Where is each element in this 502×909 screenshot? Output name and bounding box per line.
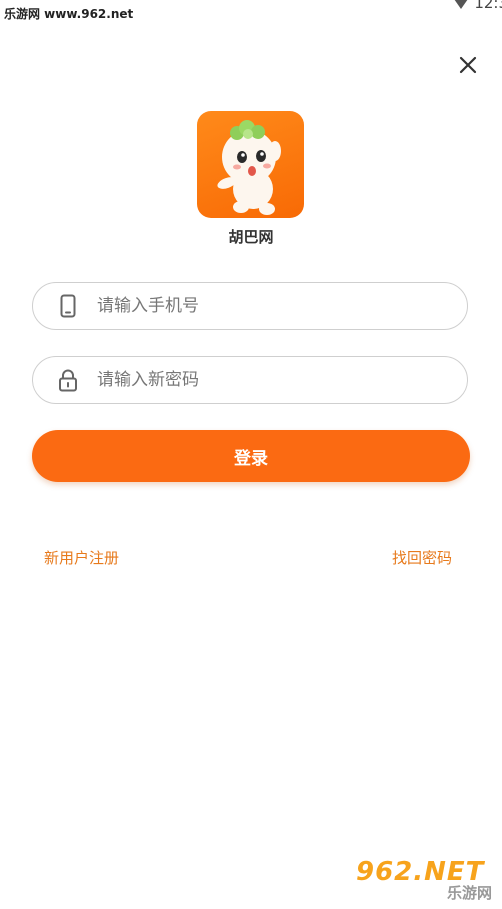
- password-field[interactable]: [32, 356, 468, 404]
- login-button[interactable]: 登录: [32, 430, 470, 482]
- mascot-icon: [217, 120, 281, 215]
- phone-field[interactable]: [32, 282, 468, 330]
- phone-input[interactable]: [95, 295, 429, 317]
- lock-icon: [57, 367, 79, 393]
- phone-icon: [57, 293, 79, 319]
- wifi-icon: [454, 0, 469, 9]
- close-icon: [459, 56, 477, 74]
- forgot-password-link[interactable]: 找回密码: [392, 547, 452, 568]
- status-bar: 乐游网 www.962.net 12:3: [0, 0, 502, 26]
- app-logo: [197, 111, 304, 218]
- watermark-top: 乐游网 www.962.net: [4, 7, 134, 21]
- status-right: 12:3: [454, 0, 502, 12]
- app-name: 胡巴网: [228, 228, 274, 246]
- register-link[interactable]: 新用户注册: [44, 547, 119, 568]
- watermark-subtitle: 乐游网: [446, 884, 492, 902]
- status-time: 12:3: [474, 0, 502, 12]
- password-input[interactable]: [95, 369, 429, 391]
- close-button[interactable]: [455, 52, 481, 78]
- watermark-bottom: 962.NET 乐游网: [356, 857, 496, 903]
